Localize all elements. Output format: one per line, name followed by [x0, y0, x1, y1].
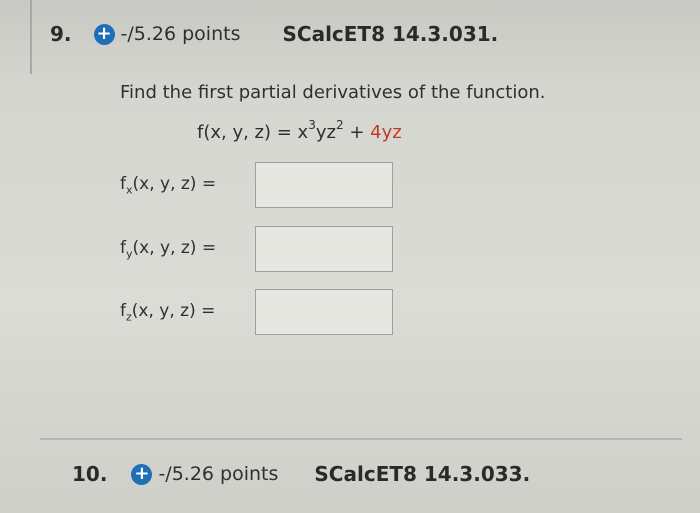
question-number: 10. [72, 462, 108, 486]
plus-circle-icon[interactable]: + [131, 463, 153, 485]
answer-row-fy: fy(x, y, z) = [120, 226, 393, 272]
exponent-x: 3 [308, 118, 316, 132]
question-prompt: Find the first partial derivatives of th… [120, 82, 546, 103]
points-label: -/5.26 points [158, 463, 279, 485]
exponent-z: 2 [335, 118, 344, 132]
fx-answer-input[interactable] [255, 162, 393, 208]
function-term: 4yz [370, 122, 402, 143]
fy-answer-input[interactable] [255, 226, 393, 272]
function-mid: yz [315, 122, 336, 143]
assignment-page: 9. + -/5.26 points SCalcET8 14.3.031. Fi… [0, 0, 700, 513]
question-id: SCalcET8 14.3.031. [282, 22, 499, 46]
points-label: -/5.26 points [120, 23, 241, 45]
fy-label: fy(x, y, z) = [120, 237, 217, 261]
answer-row-fx: fx(x, y, z) = [120, 162, 393, 208]
function-plus: + [343, 122, 371, 143]
question-10-header: 10. + -/5.26 points SCalcET8 14.3.033. [72, 462, 530, 486]
plus-circle-icon[interactable]: + [93, 23, 115, 45]
question-9-header: 9. + -/5.26 points SCalcET8 14.3.031. [50, 22, 498, 46]
answer-row-fz: fz(x, y, z) = [120, 289, 393, 335]
question-number: 9. [50, 22, 72, 46]
left-divider [30, 0, 32, 74]
fz-answer-input[interactable] [255, 289, 393, 335]
function-expression: f(x, y, z) = x3yz2 + 4yz [197, 118, 402, 143]
question-divider [40, 438, 682, 440]
fx-label: fx(x, y, z) = [120, 173, 217, 197]
function-prefix: f(x, y, z) = x [197, 122, 309, 143]
fz-label: fz(x, y, z) = [120, 300, 216, 324]
question-id: SCalcET8 14.3.033. [314, 462, 531, 486]
